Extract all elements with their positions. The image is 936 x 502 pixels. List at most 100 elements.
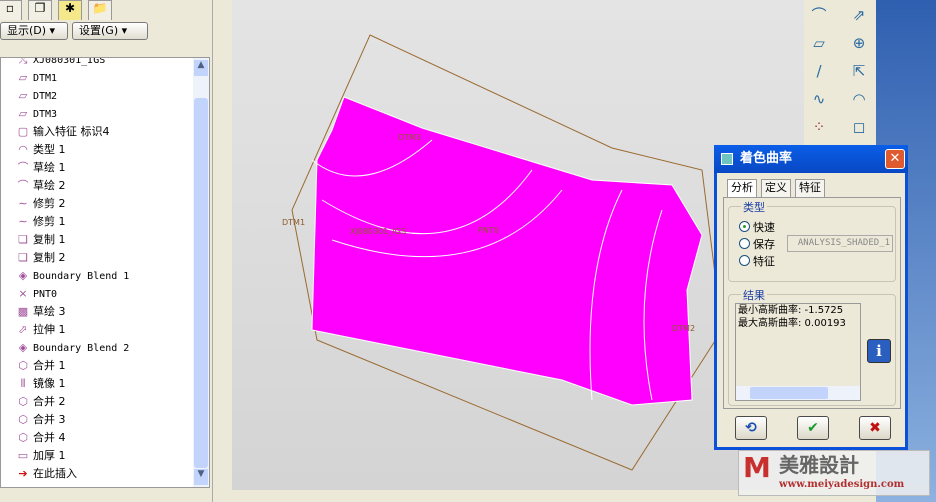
tree-item[interactable]: ▱ DTM1 (1, 69, 209, 87)
tree-item[interactable]: ▱ DTM2 (1, 87, 209, 105)
copy-icon: ❏ (18, 233, 28, 246)
settings-menu[interactable]: 设置(G) ▾ (72, 22, 148, 40)
folder-tab[interactable]: 📁 (88, 0, 112, 20)
tree-item[interactable]: ▭ 加厚 1 (1, 447, 209, 465)
model-tree-tab[interactable]: ▫ (0, 0, 22, 20)
radio-feature[interactable]: 特征 (739, 255, 775, 269)
curve-tool-icon[interactable]: ∿ (808, 88, 830, 110)
merge-icon: ⬡ (18, 413, 28, 426)
scroll-down-icon[interactable]: ▼ (194, 469, 208, 485)
datum-plane-icon: ▱ (18, 107, 28, 120)
sketch-tool-icon[interactable]: ⌒ (808, 4, 830, 26)
sketch-icon: ⌒ (17, 161, 29, 174)
tree-item[interactable]: ⬡ 合并 4 (1, 429, 209, 447)
tree-item[interactable]: ▱ DTM3 (1, 105, 209, 123)
tree-item-label: DTM2 (33, 91, 58, 102)
favorites-tab[interactable]: ✱ (58, 0, 82, 20)
tab-analysis[interactable]: 分析 (727, 179, 757, 197)
tree-item[interactable]: ◈ Boundary Blend 1 (1, 267, 209, 285)
dialog-icon (721, 153, 733, 165)
tree-item-label: Boundary Blend 2 (33, 343, 130, 354)
panel-splitter[interactable] (212, 0, 232, 502)
layers-tab[interactable]: ❐ (28, 0, 52, 20)
tree-item-label: 合并 2 (33, 395, 66, 408)
datum-plane-tool-icon[interactable]: ▱ (808, 32, 830, 54)
results-group-label: 结果 (741, 287, 767, 303)
merge-icon: ⬡ (18, 359, 28, 372)
tab-feature[interactable]: 特征 (795, 179, 825, 197)
import-feature-icon: ▢ (17, 125, 29, 138)
tree-item[interactable]: ⬀ 拉伸 1 (1, 321, 209, 339)
tree-item-label: 修剪 1 (33, 215, 66, 228)
tree-item[interactable]: × PNT0 (1, 285, 209, 303)
tree-item-label: DTM3 (33, 109, 58, 120)
repeat-analysis-button[interactable]: ⟲ (735, 416, 767, 440)
display-menu[interactable]: 显示(D) ▾ (0, 22, 68, 40)
boundary-blend-icon: ◈ (18, 269, 28, 282)
datum-axis-tool-icon[interactable]: / (808, 60, 830, 82)
scroll-thumb[interactable] (194, 98, 208, 468)
tree-item[interactable]: ⬡ 合并 3 (1, 411, 209, 429)
tree-item[interactable]: ⫴ 镜像 1 (1, 375, 209, 393)
tree-item[interactable]: ⌒ 草绘 1 (1, 159, 209, 177)
tree-item-label: 在此插入 (33, 467, 77, 480)
tree-item-label: 拉伸 1 (33, 323, 66, 336)
merge-icon: ⬡ (18, 395, 28, 408)
dialog-titlebar: 着色曲率 ✕ (714, 145, 908, 173)
tree-item-label: 输入特征 标识4 (33, 125, 110, 138)
tree-item-label: XJ080301_IGS (33, 57, 106, 66)
tree-item-label: DTM1 (33, 73, 58, 84)
watermark-brand: 美雅設計 (779, 453, 859, 477)
tree-item[interactable]: ❏ 复制 1 (1, 231, 209, 249)
cancel-button[interactable]: ✖ (859, 416, 891, 440)
info-button[interactable]: i (867, 339, 891, 363)
tree-item[interactable]: ❏ 复制 2 (1, 249, 209, 267)
tree-item[interactable]: ⬡ 合并 1 (1, 357, 209, 375)
tree-item[interactable]: ▩ 草绘 3 (1, 303, 209, 321)
datum-plane-icon: ▱ (18, 71, 28, 84)
tree-item[interactable]: ➔ 在此插入 (1, 465, 209, 483)
tree-item-label: PNT0 (33, 289, 58, 300)
surface-icon: ◠ (18, 143, 28, 156)
datum-point-icon: × (18, 287, 28, 300)
hscroll-thumb[interactable] (750, 387, 828, 399)
results-hscrollbar[interactable] (736, 386, 860, 400)
radio-quick[interactable]: 快速 (739, 221, 775, 235)
type-group-label: 类型 (741, 199, 767, 215)
analysis-name-field[interactable]: ANALYSIS_SHADED_1 (787, 235, 893, 252)
tree-item[interactable]: ⌒ 草绘 2 (1, 177, 209, 195)
radio-save-label: 保存 (753, 238, 775, 251)
tree-item[interactable]: ⬡ 合并 2 (1, 393, 209, 411)
close-button[interactable]: ✕ (885, 149, 905, 169)
tree-item[interactable]: ◠ 类型 1 (1, 141, 209, 159)
tree-scrollbar[interactable]: ▲ ▼ (193, 58, 209, 487)
csys-tool-icon[interactable]: ⇗ (848, 4, 870, 26)
radio-save[interactable]: 保存 (739, 238, 775, 252)
surface-tool-icon[interactable]: ◠ (848, 88, 870, 110)
ok-button[interactable]: ✔ (797, 416, 829, 440)
csys-label: XJ080301_IGS (350, 227, 406, 236)
boundary-tool-icon[interactable]: ◻ (848, 116, 870, 138)
dtm3-label: DTM3 (398, 133, 421, 142)
tree-item[interactable]: ◈ Boundary Blend 2 (1, 339, 209, 357)
right-toolbar: ⌒ ⇗ ▱ ⊕ / ⇱ ∿ ◠ ⁘ ◻ (804, 0, 876, 140)
tree-item-label: 类型 1 (33, 143, 66, 156)
radio-feature-label: 特征 (753, 255, 775, 268)
radio-quick-label: 快速 (753, 221, 775, 234)
tab-panel: 类型 快速 保存 特征 ANALYSIS_SHADED_1 结果 最小高斯曲率:… (723, 197, 901, 409)
tree-item-label: 修剪 2 (33, 197, 66, 210)
sketch-hatch-icon: ▩ (17, 305, 29, 318)
tree-item-label: 镜像 1 (33, 377, 66, 390)
watermark-url: www.meiyadesign.com (779, 479, 905, 490)
extrude-tool-icon[interactable]: ⇱ (848, 60, 870, 82)
shaded-curvature-dialog: 着色曲率 ✕ 分析 定义 特征 类型 快速 保存 特征 ANALYSIS_SHA… (714, 145, 908, 450)
tree-item[interactable]: ∼ 修剪 1 (1, 213, 209, 231)
tab-definition[interactable]: 定义 (761, 179, 791, 197)
tree-item[interactable]: ∼ 修剪 2 (1, 195, 209, 213)
tree-item[interactable]: ⤯ XJ080301_IGS (1, 57, 209, 69)
axis-tool-icon[interactable]: ⊕ (848, 32, 870, 54)
tree-item[interactable]: ▢ 输入特征 标识4 (1, 123, 209, 141)
point-tool-icon[interactable]: ⁘ (808, 116, 830, 138)
scroll-up-icon[interactable]: ▲ (194, 60, 208, 76)
tree-item-label: 草绘 1 (33, 161, 66, 174)
